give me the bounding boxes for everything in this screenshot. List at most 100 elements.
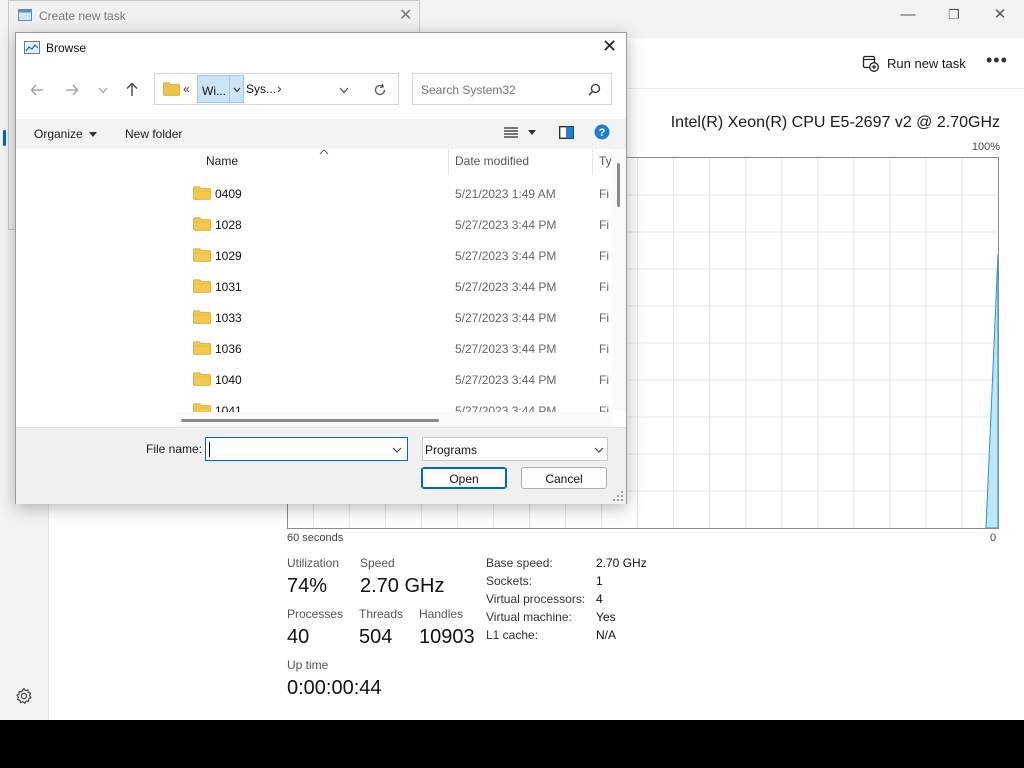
file-type-value: Programs	[425, 443, 478, 457]
detail-key: Virtual processors:	[486, 592, 586, 606]
create-new-task-title: Create new task	[39, 9, 126, 23]
organize-label: Organize	[34, 127, 83, 141]
back-arrow-icon[interactable]	[30, 83, 44, 97]
run-new-task-label: Run new task	[887, 55, 966, 71]
file-type-dropdown-icon	[594, 447, 604, 453]
file-type: Fi	[599, 187, 609, 201]
help-icon[interactable]: ?	[594, 124, 610, 140]
detail-value: 4	[596, 592, 603, 606]
file-selection-area: File name: Programs Open Cancel	[16, 427, 626, 504]
file-date-modified: 5/27/2023 3:44 PM	[455, 249, 557, 263]
folder-icon	[193, 186, 211, 200]
refresh-icon[interactable]	[373, 83, 387, 97]
horizontal-scrollbar[interactable]	[176, 412, 612, 426]
recent-locations-chevron-icon[interactable]	[98, 87, 108, 94]
minimize-button[interactable]: —	[885, 0, 931, 30]
view-dropdown-icon	[528, 129, 536, 135]
vertical-scrollbar-thumb[interactable]	[617, 163, 620, 207]
more-options-button[interactable]: •••	[986, 50, 1008, 71]
search-input[interactable]	[419, 79, 583, 101]
create-task-close-button[interactable]: ✕	[399, 5, 412, 25]
resize-grip-icon[interactable]	[613, 491, 623, 501]
breadcrumb-segment-windows[interactable]: Wi...	[197, 75, 244, 103]
run-task-icon	[862, 55, 879, 72]
speed-label: Speed	[360, 556, 395, 570]
file-row[interactable]: 1033 5/27/2023 3:44 PM Fi	[16, 302, 609, 333]
organize-dropdown-icon	[88, 131, 97, 137]
organize-button[interactable]: Organize	[34, 127, 97, 141]
file-row[interactable]: 1036 5/27/2023 3:44 PM Fi	[16, 333, 609, 364]
handles-value: 10903	[419, 626, 475, 648]
file-row[interactable]: 1029 5/27/2023 3:44 PM Fi	[16, 240, 609, 271]
file-name: 1036	[215, 342, 242, 356]
file-name-input[interactable]	[209, 440, 388, 460]
horizontal-scrollbar-thumb[interactable]	[181, 419, 439, 422]
file-type: Fi	[599, 311, 609, 325]
file-name: 1031	[215, 280, 242, 294]
file-name: 1029	[215, 249, 242, 263]
open-button[interactable]: Open	[421, 467, 507, 489]
folder-icon	[193, 217, 211, 231]
file-row[interactable]: 1031 5/27/2023 3:44 PM Fi	[16, 271, 609, 302]
graph-max-label: 100%	[971, 141, 1000, 153]
browse-title-bar: Browse ✕	[16, 33, 626, 63]
browse-close-button[interactable]: ✕	[602, 36, 617, 57]
threads-value: 504	[359, 626, 393, 648]
folder-icon	[163, 82, 180, 96]
detail-key: L1 cache:	[486, 628, 539, 642]
run-new-task-button[interactable]: Run new task	[862, 53, 966, 73]
uptime-label: Up time	[287, 658, 329, 672]
file-type: Fi	[599, 342, 609, 356]
uptime-value: 0:00:00:44	[287, 677, 382, 699]
detail-key: Sockets:	[486, 574, 533, 588]
file-date-modified: 5/27/2023 3:44 PM	[455, 342, 557, 356]
detail-key: Virtual machine:	[486, 610, 572, 624]
preview-pane-icon[interactable]	[559, 126, 574, 139]
breadcrumb-segment-system32[interactable]: Sys...	[246, 82, 276, 96]
search-icon[interactable]	[588, 83, 601, 96]
forward-arrow-icon[interactable]	[65, 83, 79, 97]
toolbar: Organize New folder ?	[16, 119, 626, 150]
breadcrumb-overflow[interactable]: «	[183, 82, 190, 96]
up-arrow-icon[interactable]	[125, 82, 139, 97]
processes-value: 40	[287, 626, 310, 648]
cancel-button[interactable]: Cancel	[521, 467, 607, 489]
search-box[interactable]	[412, 73, 612, 105]
file-type-select[interactable]: Programs	[422, 437, 608, 461]
file-name-dropdown-icon[interactable]	[392, 447, 402, 453]
new-folder-button[interactable]: New folder	[125, 127, 182, 141]
browse-dialog: Browse ✕ « Wi... Sys... › Search System3…	[15, 32, 627, 504]
cpu-name: Intel(R) Xeon(R) CPU E5-2697 v2 @ 2.70GH…	[670, 114, 1000, 131]
file-date-modified: 5/21/2023 1:49 AM	[455, 187, 556, 201]
breadcrumb-separator[interactable]: ›	[277, 80, 282, 96]
address-dropdown-chevron-icon[interactable]	[339, 87, 349, 94]
settings-gear-icon[interactable]	[14, 686, 34, 706]
file-name: 1028	[215, 218, 242, 232]
file-date-modified: 5/27/2023 3:44 PM	[455, 280, 557, 294]
column-header-date-modified[interactable]: Date modified	[455, 154, 529, 168]
text-cursor	[209, 442, 210, 457]
file-row[interactable]: 1040 5/27/2023 3:44 PM Fi	[16, 364, 609, 395]
detail-value: 2.70 GHz	[596, 556, 647, 570]
detail-value: Yes	[596, 610, 616, 624]
vertical-scrollbar[interactable]	[612, 149, 626, 411]
close-button[interactable]: ✕	[977, 0, 1023, 30]
view-options-button[interactable]	[504, 126, 536, 138]
file-row[interactable]: 1028 5/27/2023 3:44 PM Fi	[16, 209, 609, 240]
file-row[interactable]: 0409 5/21/2023 1:49 AM Fi	[16, 178, 609, 209]
file-name-combobox[interactable]	[205, 437, 408, 461]
folder-icon	[193, 248, 211, 262]
breadcrumb-label: Wi...	[202, 84, 226, 98]
address-bar[interactable]: « Wi... Sys... ›	[154, 73, 399, 105]
folder-icon	[193, 310, 211, 324]
speed-value: 2.70 GHz	[360, 575, 445, 597]
file-date-modified: 5/27/2023 3:44 PM	[455, 373, 557, 387]
file-name: 1033	[215, 311, 242, 325]
browse-title: Browse	[46, 41, 87, 55]
column-header-name[interactable]: Name	[206, 154, 238, 168]
folder-icon	[193, 341, 211, 355]
breadcrumb-chevron-icon[interactable]	[233, 87, 241, 93]
maximize-button[interactable]: ❐	[931, 0, 977, 30]
file-date-modified: 5/27/2023 3:44 PM	[455, 218, 557, 232]
column-header-type[interactable]: Ty	[599, 154, 612, 168]
